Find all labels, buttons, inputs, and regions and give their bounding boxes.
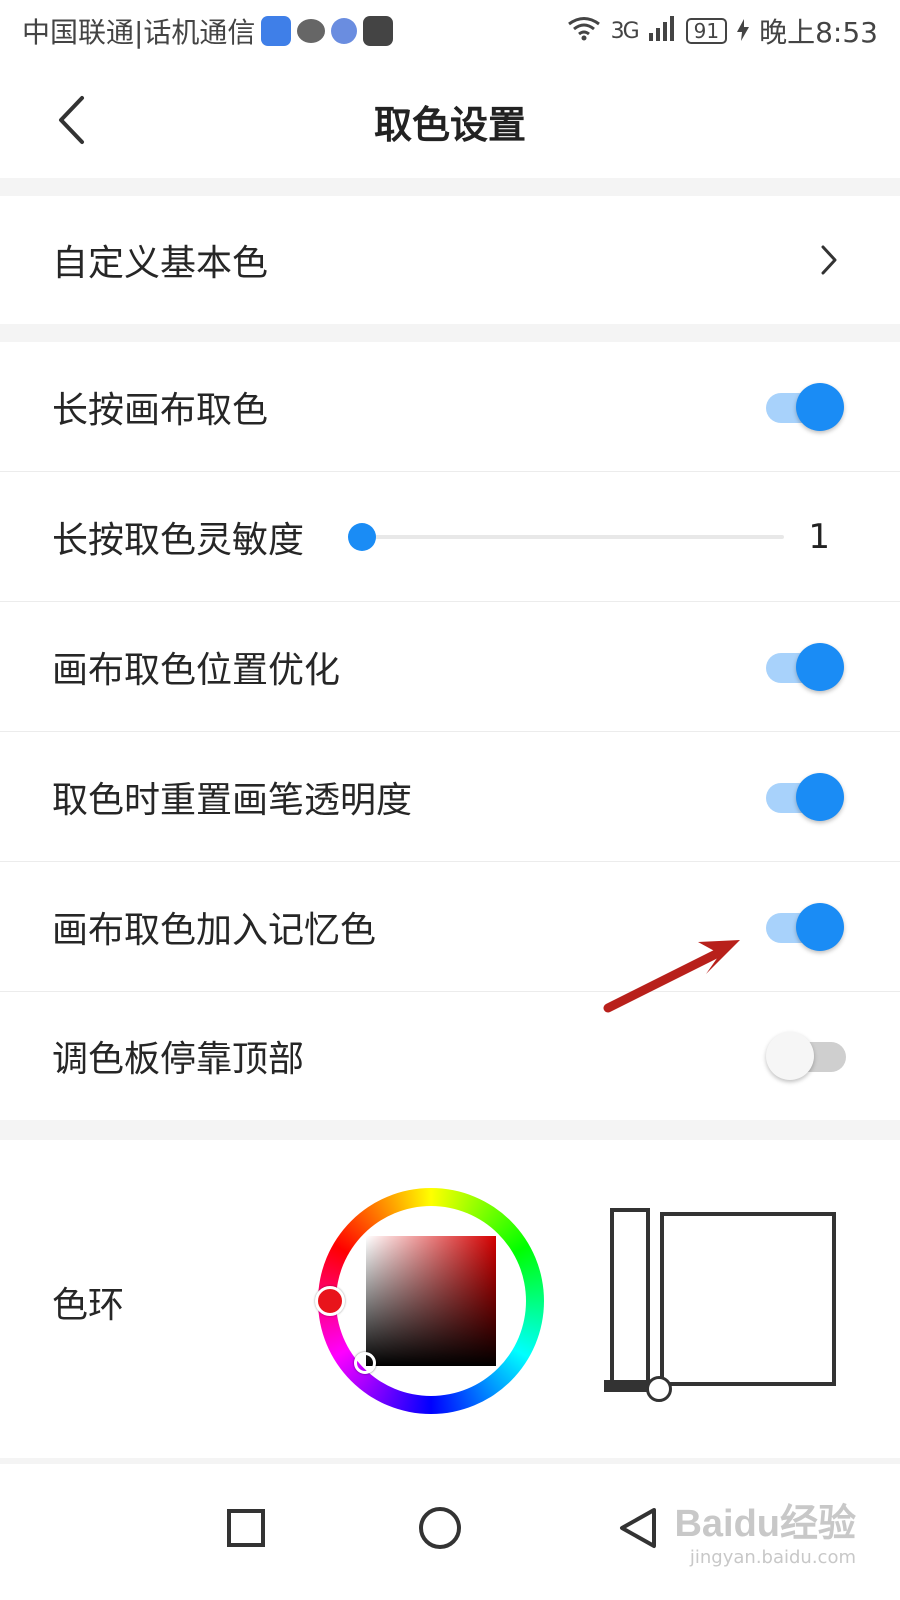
palette-top-switch[interactable] (766, 1032, 846, 1080)
color-wheel-label: 色环 (52, 1285, 125, 1326)
add-memory-switch[interactable] (766, 903, 844, 951)
charging-icon (737, 15, 750, 48)
preview-handle (646, 1376, 672, 1402)
huawei-app-icon (363, 16, 394, 46)
long-press-pick-label: 长按画布取色 (52, 390, 269, 431)
status-right: 3G 91 晚上8:53 (567, 11, 878, 51)
custom-colors-label: 自定义基本色 (52, 243, 269, 284)
color-style-option[interactable] (604, 1208, 860, 1402)
watermark-url: jingyan.baidu.com (689, 1547, 856, 1568)
slider-track (360, 535, 784, 539)
sensitivity-row: 长按取色灵敏度 1 (0, 472, 900, 602)
status-bar: 中国联通|话机通信 3G 91 晚上8:53 (0, 0, 900, 62)
battery-indicator: 91 (685, 18, 728, 44)
long-press-pick-switch[interactable] (766, 383, 844, 431)
color-wheel-section: 色环 (0, 1140, 900, 1458)
page-header: 取色设置 (0, 62, 900, 178)
sensitivity-label: 长按取色灵敏度 (52, 520, 305, 561)
carrier-text: 中国联通|话机通信 (22, 16, 256, 49)
position-opt-switch[interactable] (766, 643, 844, 691)
square-preview (660, 1212, 836, 1386)
network-type: 3G (610, 18, 640, 44)
status-left: 中国联通|话机通信 (22, 11, 394, 51)
circle-icon (419, 1507, 461, 1549)
reset-opacity-row: 取色时重置画笔透明度 (0, 732, 900, 862)
watermark: Baidu经验 jingyan.baidu.com (674, 1492, 856, 1568)
long-press-pick-row: 长按画布取色 (0, 342, 900, 472)
palette-top-row: 调色板停靠顶部 (0, 992, 900, 1120)
chevron-right-icon (814, 240, 844, 280)
wifi-icon (567, 15, 601, 48)
color-wheel[interactable] (315, 1188, 544, 1414)
bulb-app-icon (261, 16, 292, 46)
vertical-bar-preview (610, 1208, 650, 1386)
sv-marker[interactable] (354, 1352, 376, 1374)
nav-home-button[interactable] (410, 1498, 470, 1558)
custom-colors-row[interactable]: 自定义基本色 (0, 196, 900, 324)
position-opt-row: 画布取色位置优化 (0, 602, 900, 732)
system-nav-bar: Baidu经验 jingyan.baidu.com (0, 1464, 900, 1600)
page-title: 取色设置 (373, 103, 526, 147)
saturation-value-square[interactable] (366, 1236, 496, 1366)
sensitivity-value: 1 (808, 517, 830, 557)
signal-icon (648, 15, 676, 48)
clock: 晚上8:53 (759, 16, 878, 49)
annotation-arrow-icon (603, 940, 740, 1013)
sensitivity-slider[interactable] (348, 522, 784, 552)
nav-recent-button[interactable] (216, 1498, 276, 1558)
square-icon (227, 1509, 265, 1547)
add-memory-row: 画布取色加入记忆色 (0, 862, 900, 992)
nav-back-button[interactable] (608, 1498, 668, 1558)
watermark-brand: Baidu经验 (674, 1503, 856, 1545)
chat-app-icon (297, 19, 326, 43)
add-memory-label: 画布取色加入记忆色 (52, 910, 377, 951)
palette-top-label: 调色板停靠顶部 (52, 1039, 305, 1080)
reset-opacity-label: 取色时重置画笔透明度 (52, 780, 413, 821)
reset-opacity-switch[interactable] (766, 773, 844, 821)
slider-thumb[interactable] (348, 523, 376, 551)
position-opt-label: 画布取色位置优化 (52, 650, 341, 691)
globe-app-icon (331, 18, 358, 44)
hue-marker[interactable] (315, 1286, 345, 1316)
triangle-left-icon (620, 1508, 656, 1548)
